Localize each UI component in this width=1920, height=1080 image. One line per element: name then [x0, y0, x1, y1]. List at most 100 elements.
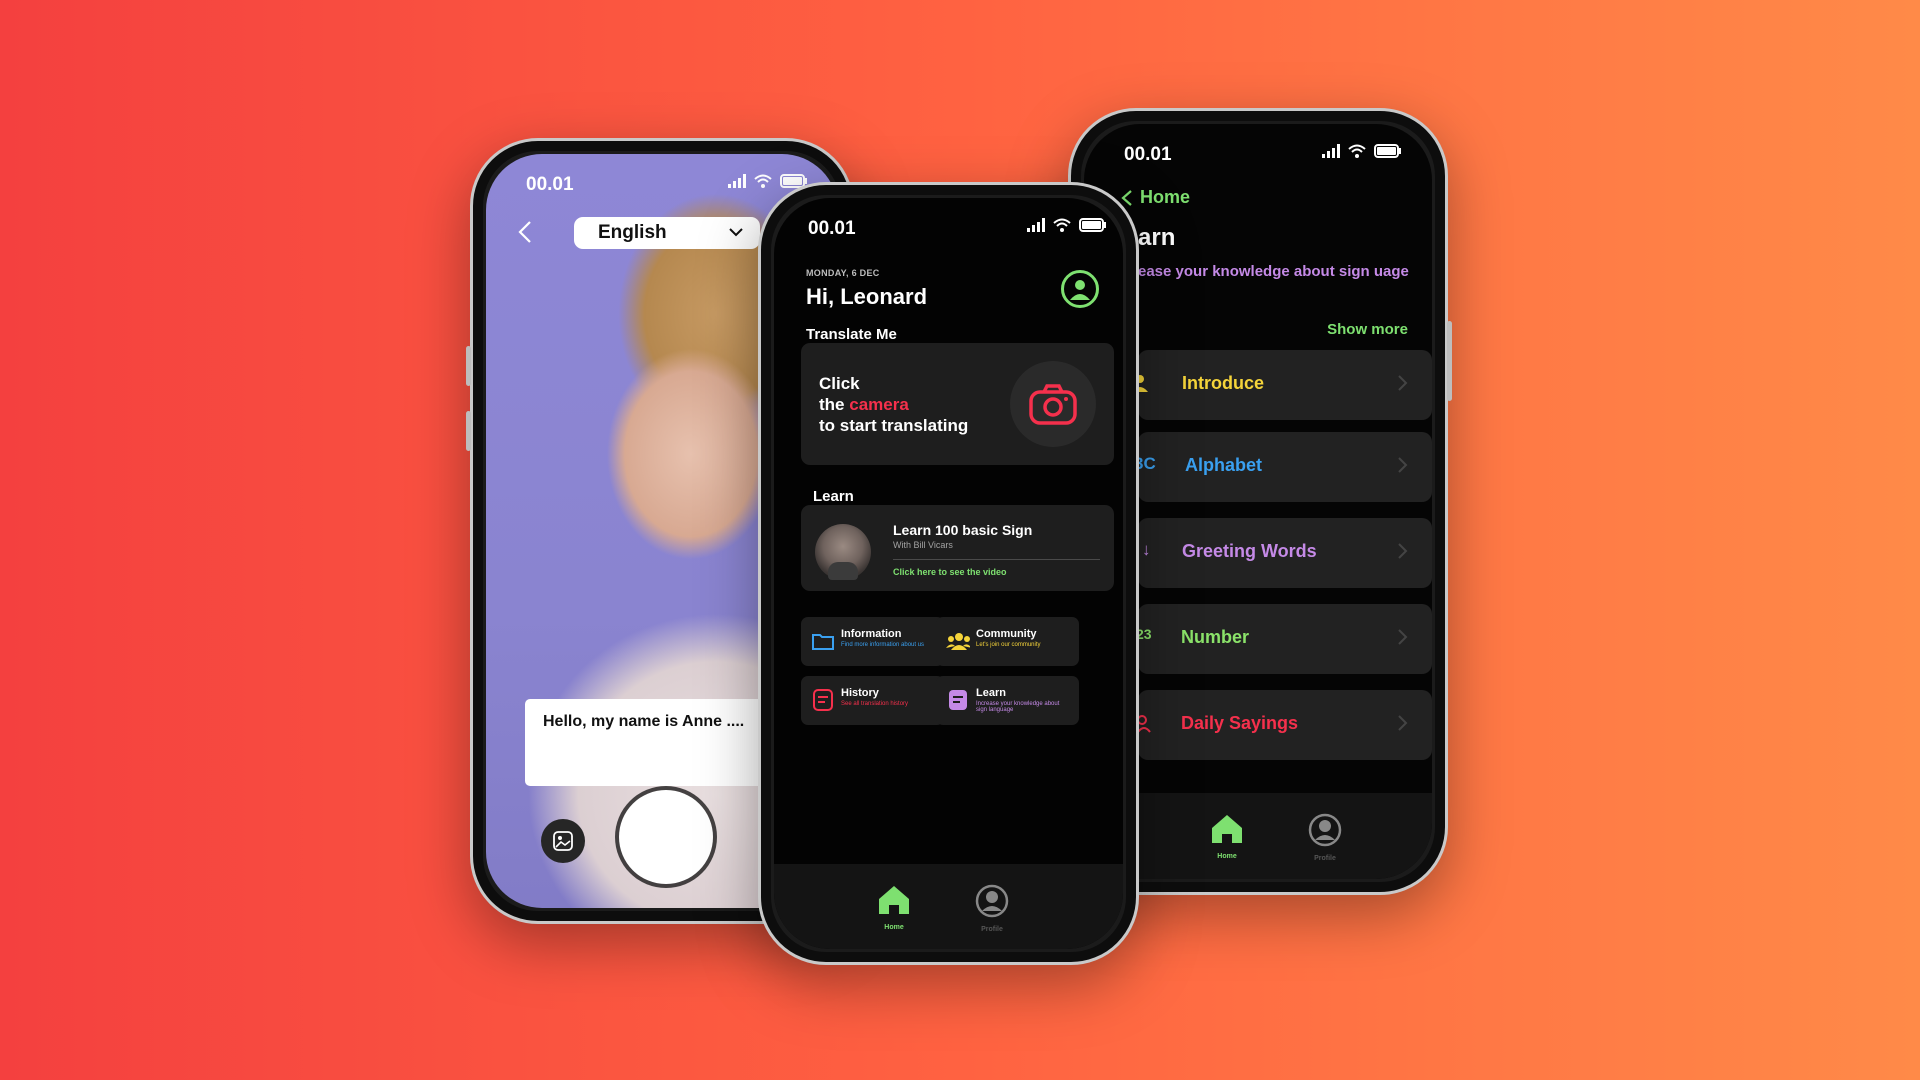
bottom-nav: Home Profile	[774, 864, 1123, 949]
book-icon	[949, 690, 967, 710]
translate-card[interactable]: Click the camera to start translating	[801, 343, 1114, 465]
back-arrow-icon[interactable]	[516, 219, 536, 245]
hand-icon: ↓	[1142, 540, 1151, 559]
profile-icon	[975, 884, 1009, 918]
home-icon	[879, 886, 909, 914]
list-icon	[813, 689, 833, 711]
nav-profile-label: Profile	[981, 926, 1003, 933]
learn-item-greeting-words[interactable]: ↓ Greeting Words	[1138, 518, 1432, 588]
learn-card-link[interactable]: Click here to see the video	[893, 567, 1007, 577]
tile-title: Learn	[976, 687, 1006, 699]
chevron-right-icon	[1398, 457, 1408, 473]
status-time: 00.01	[808, 218, 856, 239]
tile-community[interactable]: Community Let's join our community	[936, 617, 1079, 666]
learn-item-number[interactable]: 23 Number	[1136, 604, 1432, 674]
image-icon	[553, 831, 573, 851]
greeting: Hi, Leonard	[806, 284, 928, 309]
back-home-link[interactable]: Home	[1120, 187, 1190, 208]
camera-icon	[1029, 384, 1077, 425]
nav-home[interactable]: Home	[869, 884, 919, 931]
status-time: 00.01	[1124, 144, 1172, 165]
home-screen: 00.01 MONDAY, 6 DEC Hi, Leonard Translat…	[774, 198, 1123, 949]
translate-camera-word: camera	[849, 395, 909, 414]
signal-icon	[1322, 144, 1340, 158]
nav-home-label: Home	[884, 924, 904, 931]
learn-item-label: Number	[1181, 627, 1250, 647]
camera-button[interactable]	[1010, 361, 1096, 447]
wifi-icon	[1053, 218, 1071, 232]
tile-title: Information	[841, 628, 902, 640]
translate-line-3: to start translating	[819, 416, 969, 435]
volume-button	[466, 411, 471, 451]
learn-item-daily-sayings[interactable]: Daily Sayings	[1137, 690, 1432, 760]
translate-section-title: Translate Me	[806, 326, 897, 343]
learn-video-card[interactable]: Learn 100 basic Sign With Bill Vicars Cl…	[801, 505, 1114, 591]
battery-icon	[1374, 144, 1401, 158]
chevron-down-icon	[729, 228, 743, 237]
signal-icon	[728, 174, 746, 188]
learn-card-title: Learn 100 basic Sign	[893, 522, 1033, 538]
page-title: arn	[1138, 224, 1176, 251]
learn-item-label: Daily Sayings	[1181, 713, 1299, 733]
status-bar: 00.01	[1084, 124, 1432, 184]
learn-item-alphabet[interactable]: 3C Alphabet	[1134, 432, 1432, 502]
learn-item-label: Greeting Words	[1182, 541, 1317, 561]
chevron-right-icon	[1398, 629, 1408, 645]
shutter-button[interactable]	[623, 794, 709, 880]
nav-profile[interactable]: Profile	[967, 884, 1017, 933]
status-icons	[1027, 218, 1107, 232]
wifi-icon	[754, 174, 772, 188]
date-label: MONDAY, 6 DEC	[806, 268, 880, 278]
learn-item-label: Alphabet	[1185, 455, 1263, 475]
tile-information[interactable]: Information Find more information about …	[801, 617, 944, 666]
tile-title: Community	[976, 628, 1037, 640]
nav-home[interactable]: Home	[1202, 813, 1252, 860]
learn-section-title: Learn	[813, 488, 854, 505]
nav-profile[interactable]: Profile	[1300, 813, 1350, 862]
home-phone: 00.01 MONDAY, 6 DEC Hi, Leonard Translat…	[758, 182, 1139, 965]
status-time: 00.01	[526, 174, 574, 195]
status-bar: 00.01	[774, 198, 1123, 258]
show-more-link[interactable]: Show more	[1327, 321, 1408, 338]
instructor-avatar	[815, 524, 871, 580]
volume-button	[466, 346, 471, 386]
instructor-shirt	[828, 562, 858, 580]
page-subtitle: ease your knowledge about sign uage	[1138, 263, 1409, 280]
chevron-right-icon	[1398, 375, 1408, 391]
tile-learn[interactable]: Learn Increase your knowledge about sign…	[936, 676, 1079, 725]
translate-line-2-pre: the	[819, 395, 850, 414]
people-icon	[946, 633, 970, 650]
chevron-right-icon	[1398, 715, 1408, 731]
learn-item-introduce[interactable]: Introduce	[1132, 350, 1432, 420]
language-select[interactable]: English	[574, 217, 760, 249]
divider	[893, 559, 1100, 560]
chevron-right-icon	[1398, 543, 1408, 559]
profile-icon	[1308, 813, 1342, 847]
gallery-button[interactable]	[541, 819, 585, 863]
signal-icon	[1027, 218, 1045, 232]
tile-subtitle: Let's join our community	[976, 642, 1041, 648]
tile-title: History	[841, 687, 879, 699]
translate-card-text: Click the camera to start translating	[819, 373, 968, 436]
folder-icon	[812, 634, 834, 650]
nav-home-label: Home	[1217, 853, 1237, 860]
user-icon	[1070, 280, 1090, 300]
back-home-label: Home	[1140, 187, 1191, 207]
home-icon	[1212, 815, 1242, 843]
tile-subtitle: See all translation history	[841, 701, 909, 707]
tile-subtitle: Increase your knowledge about sign langu…	[976, 701, 1060, 713]
status-icons	[728, 174, 808, 188]
translate-line-2: the camera	[819, 394, 968, 415]
profile-avatar-button[interactable]	[1061, 270, 1099, 308]
translate-line-1: Click	[819, 374, 860, 393]
nav-profile-label: Profile	[1314, 855, 1336, 862]
battery-icon	[1079, 218, 1106, 232]
translation-caption: Hello, my name is Anne ....	[525, 699, 785, 786]
wifi-icon	[1348, 144, 1366, 158]
language-select-value: English	[598, 222, 667, 243]
status-icons	[1322, 144, 1402, 158]
tile-subtitle: Find more information about us	[841, 642, 925, 648]
learn-item-label: Introduce	[1182, 373, 1265, 393]
tile-history[interactable]: History See all translation history	[801, 676, 944, 725]
learn-card-subtitle: With Bill Vicars	[893, 540, 953, 550]
